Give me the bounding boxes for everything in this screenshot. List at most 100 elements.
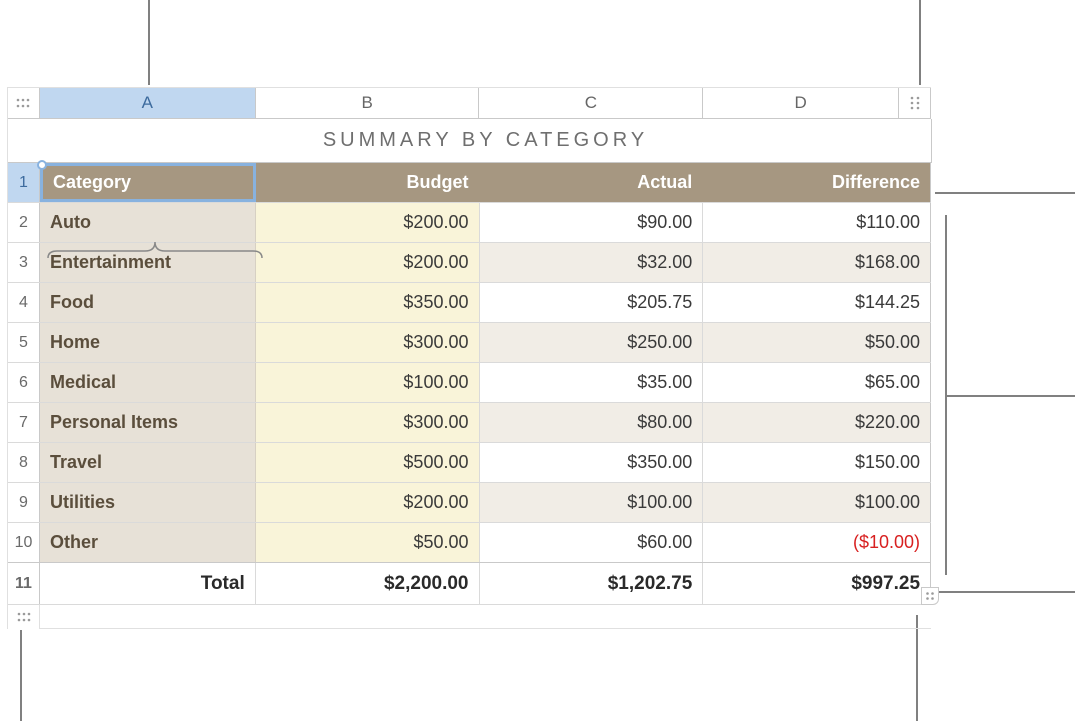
cell-c10-value: $60.00 <box>637 532 692 553</box>
cell-c6-value: $35.00 <box>637 372 692 393</box>
table-row: 6 Medical $100.00 $35.00 $65.00 <box>8 363 931 403</box>
callout-line-total-row <box>935 591 1075 593</box>
cell-a5-value: Home <box>50 332 100 353</box>
callout-line-resize-handle <box>916 615 918 721</box>
cell-a7[interactable]: Personal Items <box>40 403 256 442</box>
row-ref-1[interactable]: 1 <box>8 163 40 202</box>
header-actual-label: Actual <box>637 172 692 193</box>
cell-d3[interactable]: $168.00 <box>703 243 931 282</box>
cell-c1[interactable]: Actual <box>479 163 703 202</box>
cell-c7[interactable]: $80.00 <box>480 403 704 442</box>
add-row-handle[interactable] <box>8 605 40 629</box>
row-ref-5[interactable]: 5 <box>8 323 40 362</box>
cell-a6-value: Medical <box>50 372 116 393</box>
cell-a2[interactable]: Auto <box>40 203 256 242</box>
cell-b8[interactable]: $500.00 <box>256 443 480 482</box>
cell-d7[interactable]: $220.00 <box>703 403 931 442</box>
cell-d9-value: $100.00 <box>855 492 920 513</box>
selection-handle-icon[interactable] <box>37 160 47 170</box>
cell-a5[interactable]: Home <box>40 323 256 362</box>
cell-a7-value: Personal Items <box>50 412 178 433</box>
cell-b11[interactable]: $2,200.00 <box>256 563 480 604</box>
row-ref-4[interactable]: 4 <box>8 283 40 322</box>
cell-c10[interactable]: $60.00 <box>480 523 704 562</box>
cell-c8[interactable]: $350.00 <box>480 443 704 482</box>
cell-d10[interactable]: ($10.00) <box>703 523 931 562</box>
cell-c5-value: $250.00 <box>627 332 692 353</box>
cell-d4[interactable]: $144.25 <box>703 283 931 322</box>
table-row: 3 Entertainment $200.00 $32.00 $168.00 <box>8 243 931 283</box>
cell-b8-value: $500.00 <box>403 452 468 473</box>
cell-b6[interactable]: $100.00 <box>256 363 480 402</box>
callout-line-column-handle <box>919 0 921 85</box>
cell-b3-value: $200.00 <box>403 252 468 273</box>
cell-d2[interactable]: $110.00 <box>703 203 931 242</box>
cell-c9-value: $100.00 <box>627 492 692 513</box>
row-ref-7[interactable]: 7 <box>8 403 40 442</box>
cell-c7-value: $80.00 <box>637 412 692 433</box>
cell-d1[interactable]: Difference <box>703 163 931 202</box>
cell-a6[interactable]: Medical <box>40 363 256 402</box>
column-ref-c[interactable]: C <box>479 88 703 118</box>
table-title[interactable]: SUMMARY BY CATEGORY <box>8 119 932 163</box>
column-ref-a[interactable]: A <box>40 88 256 118</box>
spreadsheet-table: A B C D SUMMARY BY CATEGORY 1 Category B… <box>7 87 931 629</box>
cell-a3[interactable]: Entertainment <box>40 243 256 282</box>
cell-b7[interactable]: $300.00 <box>256 403 480 442</box>
total-diff: $997.25 <box>851 573 920 595</box>
cell-c9[interactable]: $100.00 <box>480 483 704 522</box>
table-row: 4Food $350.00 $205.75 $144.25 <box>8 283 931 323</box>
cell-d8[interactable]: $150.00 <box>703 443 931 482</box>
cell-c3[interactable]: $32.00 <box>480 243 704 282</box>
cell-d11[interactable]: $997.25 <box>703 563 931 604</box>
cell-d7-value: $220.00 <box>855 412 920 433</box>
cell-a8-value: Travel <box>50 452 102 473</box>
cell-b4-value: $350.00 <box>403 292 468 313</box>
table-handle-top-left[interactable] <box>8 88 40 118</box>
cell-c6[interactable]: $35.00 <box>480 363 704 402</box>
callout-line-body-bracket <box>945 215 947 575</box>
cell-c11[interactable]: $1,202.75 <box>480 563 704 604</box>
row-reference-footer <box>8 605 931 629</box>
cell-d9[interactable]: $100.00 <box>703 483 931 522</box>
cell-c5[interactable]: $250.00 <box>480 323 704 362</box>
cell-c3-value: $32.00 <box>637 252 692 273</box>
cell-b5[interactable]: $300.00 <box>256 323 480 362</box>
cell-b3[interactable]: $200.00 <box>256 243 480 282</box>
row-ref-8[interactable]: 8 <box>8 443 40 482</box>
cell-c2[interactable]: $90.00 <box>480 203 704 242</box>
cell-a9[interactable]: Utilities <box>40 483 256 522</box>
cell-a11[interactable]: Total <box>40 563 256 604</box>
cell-b4[interactable]: $350.00 <box>256 283 480 322</box>
cell-d6[interactable]: $65.00 <box>703 363 931 402</box>
cell-b2[interactable]: $200.00 <box>256 203 480 242</box>
column-ref-d[interactable]: D <box>703 88 899 118</box>
column-ref-b[interactable]: B <box>256 88 480 118</box>
cell-a10[interactable]: Other <box>40 523 256 562</box>
cell-d5-value: $50.00 <box>865 332 920 353</box>
cell-a1-selected[interactable]: Category <box>40 163 256 202</box>
cell-b1[interactable]: Budget <box>256 163 480 202</box>
cell-b10[interactable]: $50.00 <box>256 523 480 562</box>
row-ref-6[interactable]: 6 <box>8 363 40 402</box>
cell-c4[interactable]: $205.75 <box>480 283 704 322</box>
add-column-handle[interactable] <box>899 88 931 118</box>
row-ref-11[interactable]: 11 <box>8 563 40 604</box>
cell-b7-value: $300.00 <box>403 412 468 433</box>
column-reference-bar: A B C D <box>8 87 931 119</box>
cell-a8[interactable]: Travel <box>40 443 256 482</box>
cell-c4-value: $205.75 <box>627 292 692 313</box>
cell-b9[interactable]: $200.00 <box>256 483 480 522</box>
table-row: 2Auto$200.00$90.00$110.00 <box>8 203 931 243</box>
table-row: 9Utilities$200.00 $100.00 $100.00 <box>8 483 931 523</box>
row-ref-3[interactable]: 3 <box>8 243 40 282</box>
callout-line-header-row <box>935 192 1075 194</box>
cell-b5-value: $300.00 <box>403 332 468 353</box>
cell-d5[interactable]: $50.00 <box>703 323 931 362</box>
row-ref-10[interactable]: 10 <box>8 523 40 562</box>
row-ref-2[interactable]: 2 <box>8 203 40 242</box>
cell-a3-value: Entertainment <box>50 252 171 273</box>
cell-a4[interactable]: Food <box>40 283 256 322</box>
row-ref-9[interactable]: 9 <box>8 483 40 522</box>
table-resize-handle[interactable] <box>921 587 939 605</box>
